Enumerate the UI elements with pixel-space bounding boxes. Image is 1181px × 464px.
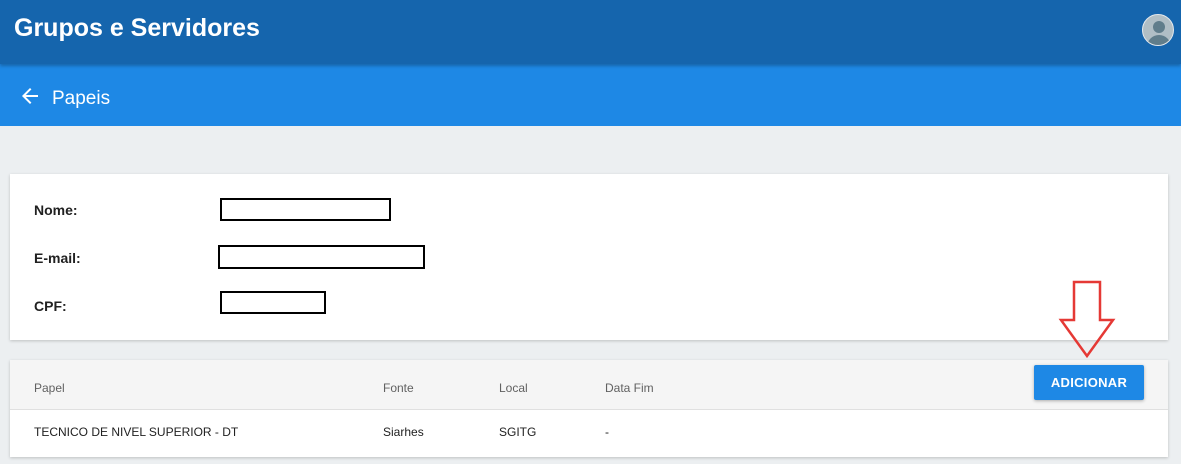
email-label: E-mail: — [34, 250, 81, 266]
cell-local: SGITG — [499, 425, 537, 439]
roles-table: Papel Fonte Local Data Fim ADICIONAR TEC… — [10, 360, 1168, 457]
page-header: Papeis — [0, 64, 1181, 126]
email-value-redacted — [218, 245, 425, 269]
column-header-local: Local — [499, 381, 528, 395]
column-header-data-fim: Data Fim — [605, 381, 654, 395]
app-title: Grupos e Servidores — [14, 14, 260, 42]
column-header-papel: Papel — [34, 381, 65, 395]
table-header: Papel Fonte Local Data Fim ADICIONAR — [10, 360, 1168, 410]
user-avatar-icon[interactable] — [1142, 14, 1174, 46]
arrow-left-icon — [22, 88, 38, 104]
back-button[interactable] — [18, 84, 42, 108]
cell-data-fim: - — [605, 425, 609, 439]
nome-label: Nome: — [34, 202, 78, 218]
cell-papel: TECNICO DE NIVEL SUPERIOR - DT — [34, 425, 239, 439]
user-info-card: Nome: E-mail: CPF: — [10, 174, 1168, 340]
cpf-label: CPF: — [34, 298, 67, 314]
page-title: Papeis — [52, 88, 111, 109]
cpf-value-redacted — [220, 291, 326, 314]
arrow-down-outline-icon — [1058, 280, 1116, 358]
column-header-fonte: Fonte — [383, 381, 414, 395]
app-bar: Grupos e Servidores — [0, 0, 1181, 64]
nome-value-redacted — [220, 198, 391, 221]
add-button[interactable]: ADICIONAR — [1034, 365, 1144, 400]
cell-fonte: Siarhes — [383, 425, 424, 439]
